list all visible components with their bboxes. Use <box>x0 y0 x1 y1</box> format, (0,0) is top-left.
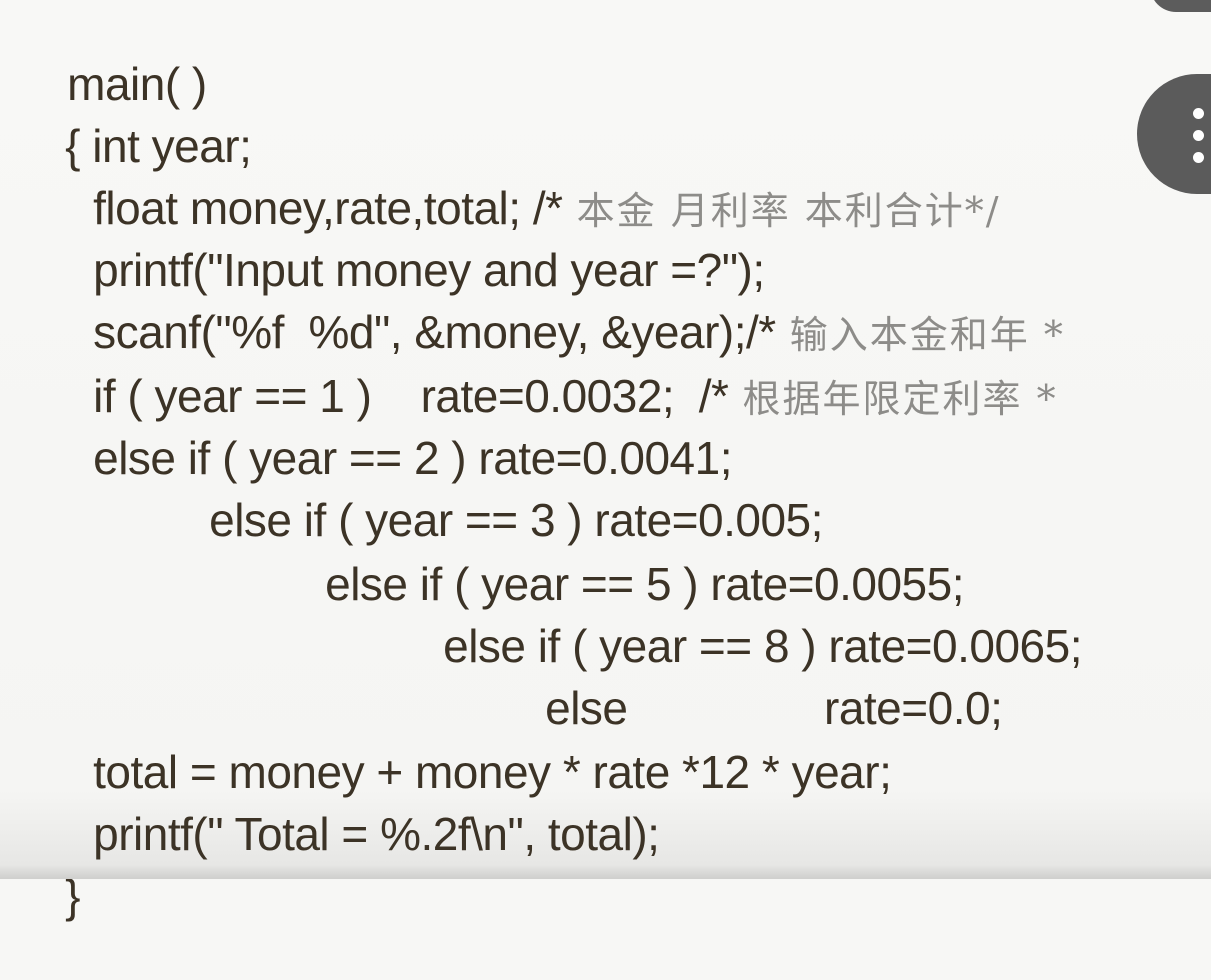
code-line-3: float money,rate,total; /* 本金 月利率 本利合计*/ <box>44 124 1001 234</box>
code-line-9: else if ( year == 5 ) rate=0.0055; <box>276 500 964 610</box>
vertical-ellipsis-icon <box>1193 108 1205 164</box>
code-line-8: else if ( year == 3 ) rate=0.005; <box>160 436 823 546</box>
code-line-13: printf(" Total = %.2f\n", total); <box>44 750 660 860</box>
code-slide: main( ) { int year; float money,rate,tot… <box>0 0 1211 922</box>
code-line-11: else rate=0.0; <box>496 624 1003 734</box>
code-line-12: total = money + money * rate *12 * year; <box>44 688 892 798</box>
code-text: printf(" Total = %.2f\n", total); <box>93 808 660 860</box>
code-line-10: else if ( year == 8 ) rate=0.0065; <box>394 562 1082 672</box>
code-comment: 根据年限定利率 * <box>728 377 1058 421</box>
code-line-5: scanf("%f %d", &money, &year);/* 输入本金和年 … <box>44 248 1065 358</box>
code-line-7: else if ( year == 2 ) rate=0.0041; <box>44 374 732 484</box>
code-line-2: { int year; <box>16 62 252 172</box>
code-line-6: if ( year == 1 ) rate=0.0032; /* 根据年限定利率… <box>44 312 1058 422</box>
code-line-14: } <box>16 812 80 922</box>
bottom-edge-shadow <box>0 865 1211 879</box>
code-line-1: main( ) <box>18 0 207 110</box>
code-line-4: printf("Input money and year =?"); <box>44 186 765 296</box>
